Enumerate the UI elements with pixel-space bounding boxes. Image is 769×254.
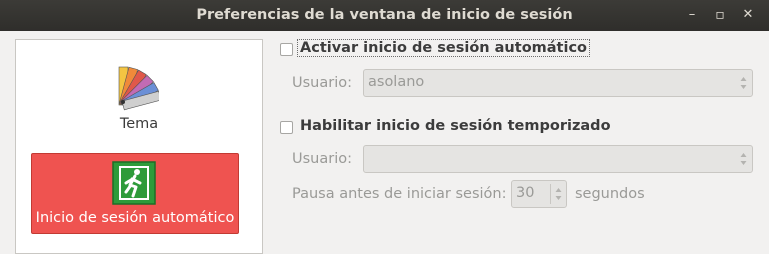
palette-icon bbox=[118, 66, 159, 111]
autologin-checkbox-label[interactable]: Activar inicio de sesión automático bbox=[296, 39, 591, 57]
autologin-checkbox[interactable] bbox=[280, 43, 293, 56]
minimize-button[interactable]: – bbox=[685, 8, 699, 22]
sidebar-item-autologin[interactable]: Inicio de sesión automático bbox=[31, 153, 239, 234]
close-button[interactable]: ✕ bbox=[741, 8, 755, 22]
sidebar-item-label: Inicio de sesión automático bbox=[35, 210, 235, 226]
timed-login-checkbox-label[interactable]: Habilitar inicio de sesión temporizado bbox=[298, 118, 613, 134]
pause-label: Pausa antes de iniciar sesión: bbox=[292, 186, 507, 202]
pause-units-label: segundos bbox=[575, 186, 645, 202]
title-bar: Preferencias de la ventana de inicio de … bbox=[0, 0, 769, 31]
timed-login-checkbox[interactable] bbox=[280, 121, 293, 134]
timed-login-user-label: Usuario: bbox=[292, 151, 352, 167]
autologin-user-label: Usuario: bbox=[292, 75, 352, 91]
pause-spinbutton[interactable]: 30 bbox=[511, 180, 567, 208]
sidebar: Tema Inicio de sesión automático bbox=[15, 39, 263, 254]
window-title: Preferencias de la ventana de inicio de … bbox=[196, 7, 573, 23]
updown-arrows-icon bbox=[740, 77, 747, 89]
spin-divider bbox=[550, 184, 551, 204]
autologin-user-value: asolano bbox=[368, 74, 425, 90]
updown-arrows-icon bbox=[740, 153, 747, 165]
autologin-user-combo[interactable]: asolano bbox=[363, 69, 753, 97]
timed-login-user-combo[interactable] bbox=[363, 145, 753, 173]
sidebar-item-theme[interactable]: Tema bbox=[16, 40, 262, 145]
spin-arrows-icon[interactable] bbox=[555, 185, 562, 203]
pause-value: 30 bbox=[516, 185, 535, 201]
maximize-button[interactable]: ▫ bbox=[713, 8, 727, 22]
sidebar-item-label: Tema bbox=[119, 116, 159, 132]
exit-icon bbox=[112, 161, 156, 205]
